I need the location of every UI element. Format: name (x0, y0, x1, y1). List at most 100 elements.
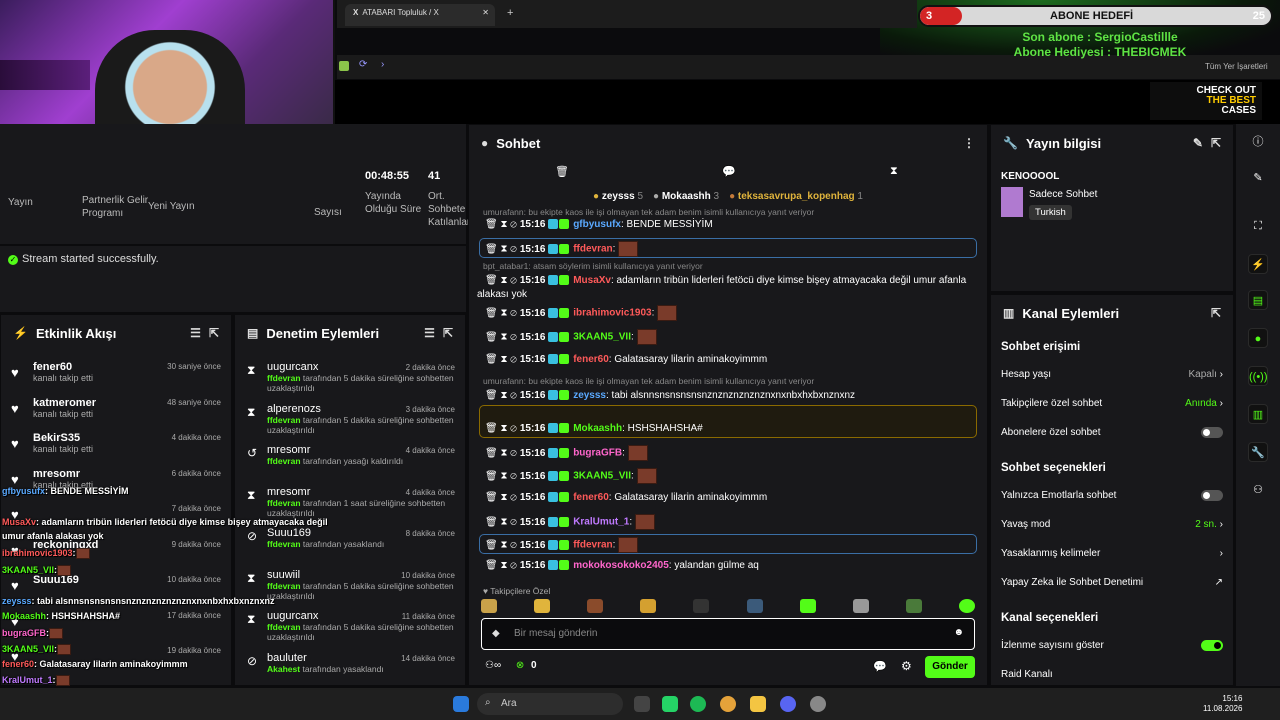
timeout-icon[interactable]: ⧗ (500, 423, 507, 434)
message-user[interactable]: bugraGFB (573, 448, 622, 459)
chat-message[interactable]: 🗑 ⧗ ⊘ 15:16 bugraGFB: (477, 445, 977, 461)
message-user[interactable]: mokokosokoko2405 (573, 560, 669, 571)
timeout-icon[interactable]: ⧗ (500, 471, 507, 482)
message-user[interactable]: fener60 (573, 354, 609, 365)
discord-icon[interactable] (780, 696, 796, 712)
clock[interactable]: 15:16 11.08.2026 (1203, 694, 1242, 714)
delete-icon[interactable]: 🗑 (485, 354, 498, 365)
emote-bar[interactable] (481, 599, 975, 617)
chat-bubble-icon[interactable]: ● (1248, 328, 1268, 348)
chat-bubble-icon[interactable]: 💬 (873, 660, 887, 673)
start-icon[interactable] (453, 696, 469, 712)
timeout-icon[interactable]: ⧗ (500, 308, 507, 319)
chat-message[interactable]: 🗑 ⧗ ⊘ 15:16 fener60: Galatasaray lilarin … (477, 353, 977, 367)
pencil-icon[interactable]: ✎ (1193, 136, 1203, 150)
chevron-right-icon[interactable]: › (381, 59, 384, 70)
delete-icon[interactable]: 🗑 (485, 308, 498, 319)
cases-ad[interactable]: CHECK OUT THE BEST CASES (1150, 82, 1262, 120)
extension-icon[interactable] (339, 61, 349, 71)
message-user[interactable]: 3KAAN5_VII (573, 332, 631, 343)
close-tab-icon[interactable]: ✕ (482, 8, 489, 17)
all-bookmarks[interactable]: Tüm Yer İşaretleri (1205, 62, 1268, 71)
delete-icon[interactable]: 🗑 (485, 390, 498, 401)
banned-words-row[interactable]: Yasaklanmış kelimeler › (1001, 548, 1223, 559)
popout-icon[interactable]: ⇱ (443, 326, 453, 340)
delete-icon[interactable]: 🗑 (485, 492, 498, 503)
delete-icon[interactable]: 🗑 (485, 448, 498, 459)
timeout-icon[interactable]: ⧗ (500, 354, 507, 365)
hourglass-icon[interactable]: ⧗ (890, 165, 898, 178)
activity-item[interactable]: ♥ katmeromer kanalı takip etti 48 saniye ön… (1, 391, 231, 427)
delete-icon[interactable]: 🗑 (485, 244, 498, 255)
delete-icon[interactable]: 🗑 (485, 332, 498, 343)
gear-icon[interactable]: ⚙ (901, 659, 912, 673)
chat-message[interactable]: 🗑 ⧗ ⊘ 15:16 3KAAN5_VII: (477, 329, 977, 345)
activity-item[interactable]: ♥ BekirS35 kanalı takip etti 4 dakika önce (1, 426, 231, 462)
subs-only-toggle[interactable] (1201, 427, 1223, 438)
ban-icon[interactable]: ⊘ (510, 423, 517, 434)
account-age-row[interactable]: Hesap yaşı Kapalı › (1001, 369, 1223, 380)
task-view-icon[interactable] (634, 696, 650, 712)
timeout-icon[interactable]: ⧗ (500, 517, 507, 528)
ban-icon[interactable]: ⊘ (510, 275, 517, 286)
message-user[interactable]: 3KAAN5_VII (573, 471, 631, 482)
more-icon[interactable]: ⋮ (963, 136, 975, 150)
delete-icon[interactable]: 🗑 (485, 219, 498, 230)
ban-icon[interactable]: ⊘ (510, 540, 517, 551)
users-icon[interactable]: ⚇ (1248, 480, 1268, 500)
popout-icon[interactable]: ⇱ (1211, 306, 1221, 320)
top-chatter[interactable]: ● teksasavrupa_kopenhag 1 (729, 191, 863, 202)
timeout-icon[interactable]: ⧗ (500, 219, 507, 230)
chrome-icon[interactable] (720, 696, 736, 712)
ban-icon[interactable]: ⊘ (510, 219, 517, 230)
chat-message[interactable]: 🗑 ⧗ ⊘ 15:16 KralUmut_1: (477, 514, 977, 530)
message-user[interactable]: ffdevran (573, 540, 612, 551)
timeout-icon[interactable]: ⧗ (500, 275, 507, 286)
top-chatter[interactable]: ● zeysss 5 (593, 191, 643, 202)
timeout-icon[interactable]: ⧗ (500, 390, 507, 401)
ban-icon[interactable]: ⊘ (510, 517, 517, 528)
ban-icon[interactable]: ⊘ (510, 332, 517, 343)
ban-icon[interactable]: ⊘ (510, 354, 517, 365)
trash-icon[interactable]: 🗑 (555, 165, 569, 178)
timeout-icon[interactable]: ⧗ (500, 492, 507, 503)
timeout-icon[interactable]: ⧗ (500, 244, 507, 255)
clipboard-icon[interactable]: ▤ (1248, 290, 1268, 310)
filter-icon[interactable]: ☰ (424, 326, 435, 340)
server-icon[interactable]: ▥ (1248, 404, 1268, 424)
spotify-icon[interactable] (690, 696, 706, 712)
delete-icon[interactable]: 🗑 (485, 275, 498, 286)
delete-icon[interactable]: 🗑 (485, 540, 498, 551)
ban-icon[interactable]: ⊘ (510, 492, 517, 503)
chat-message[interactable]: 🗑 ⧗ ⊘ 15:16 3KAAN5_VII: (477, 468, 977, 484)
message-user[interactable]: MusaXv (573, 275, 611, 286)
taskbar-search[interactable]: ⌕ Ara (477, 693, 623, 715)
timeout-icon[interactable]: ⧗ (500, 540, 507, 551)
ban-icon[interactable]: ⊘ (510, 471, 517, 482)
message-user[interactable]: ffdevran (573, 244, 612, 255)
timeout-icon[interactable]: ⧗ (500, 560, 507, 571)
app-icon[interactable] (810, 696, 826, 712)
chat-input[interactable]: ◆ Bir mesaj gönderin ☻ (481, 618, 975, 650)
chat-bubble-icon[interactable]: 💬 (722, 165, 736, 178)
message-user[interactable]: KralUmut_1 (573, 517, 629, 528)
ban-icon[interactable]: ⊘ (510, 390, 517, 401)
info-icon[interactable]: ⓘ (1248, 132, 1268, 152)
chat-message[interactable]: 🗑 ⧗ ⊘ 15:16 ffdevran: (477, 241, 977, 257)
sync-icon[interactable]: ⟳ (359, 59, 367, 70)
popout-icon[interactable]: ⇱ (1211, 136, 1221, 150)
message-user[interactable]: gfbyusufx (573, 219, 621, 230)
wrench-icon[interactable]: 🔧 (1248, 442, 1268, 462)
message-user[interactable]: fener60 (573, 492, 609, 503)
activity-item[interactable]: ♥ fener60 kanalı takip etti 30 saniye önce (1, 355, 231, 391)
message-user[interactable]: Mokaashh (573, 423, 622, 434)
chat-message[interactable]: 🗑 ⧗ ⊘ 15:16 mokokosokoko2405: yalandan gü… (477, 559, 977, 573)
popout-icon[interactable]: ⇱ (209, 326, 219, 340)
raid-row[interactable]: Raid Kanalı (1001, 669, 1223, 680)
whatsapp-icon[interactable] (662, 696, 678, 712)
emoji-icon[interactable]: ☻ (953, 627, 964, 638)
delete-icon[interactable]: 🗑 (485, 560, 498, 571)
slow-mode-row[interactable]: Yavaş mod 2 sn. › (1001, 519, 1223, 530)
folder-icon[interactable] (750, 696, 766, 712)
top-chatter[interactable]: ● Mokaashh 3 (653, 191, 719, 202)
